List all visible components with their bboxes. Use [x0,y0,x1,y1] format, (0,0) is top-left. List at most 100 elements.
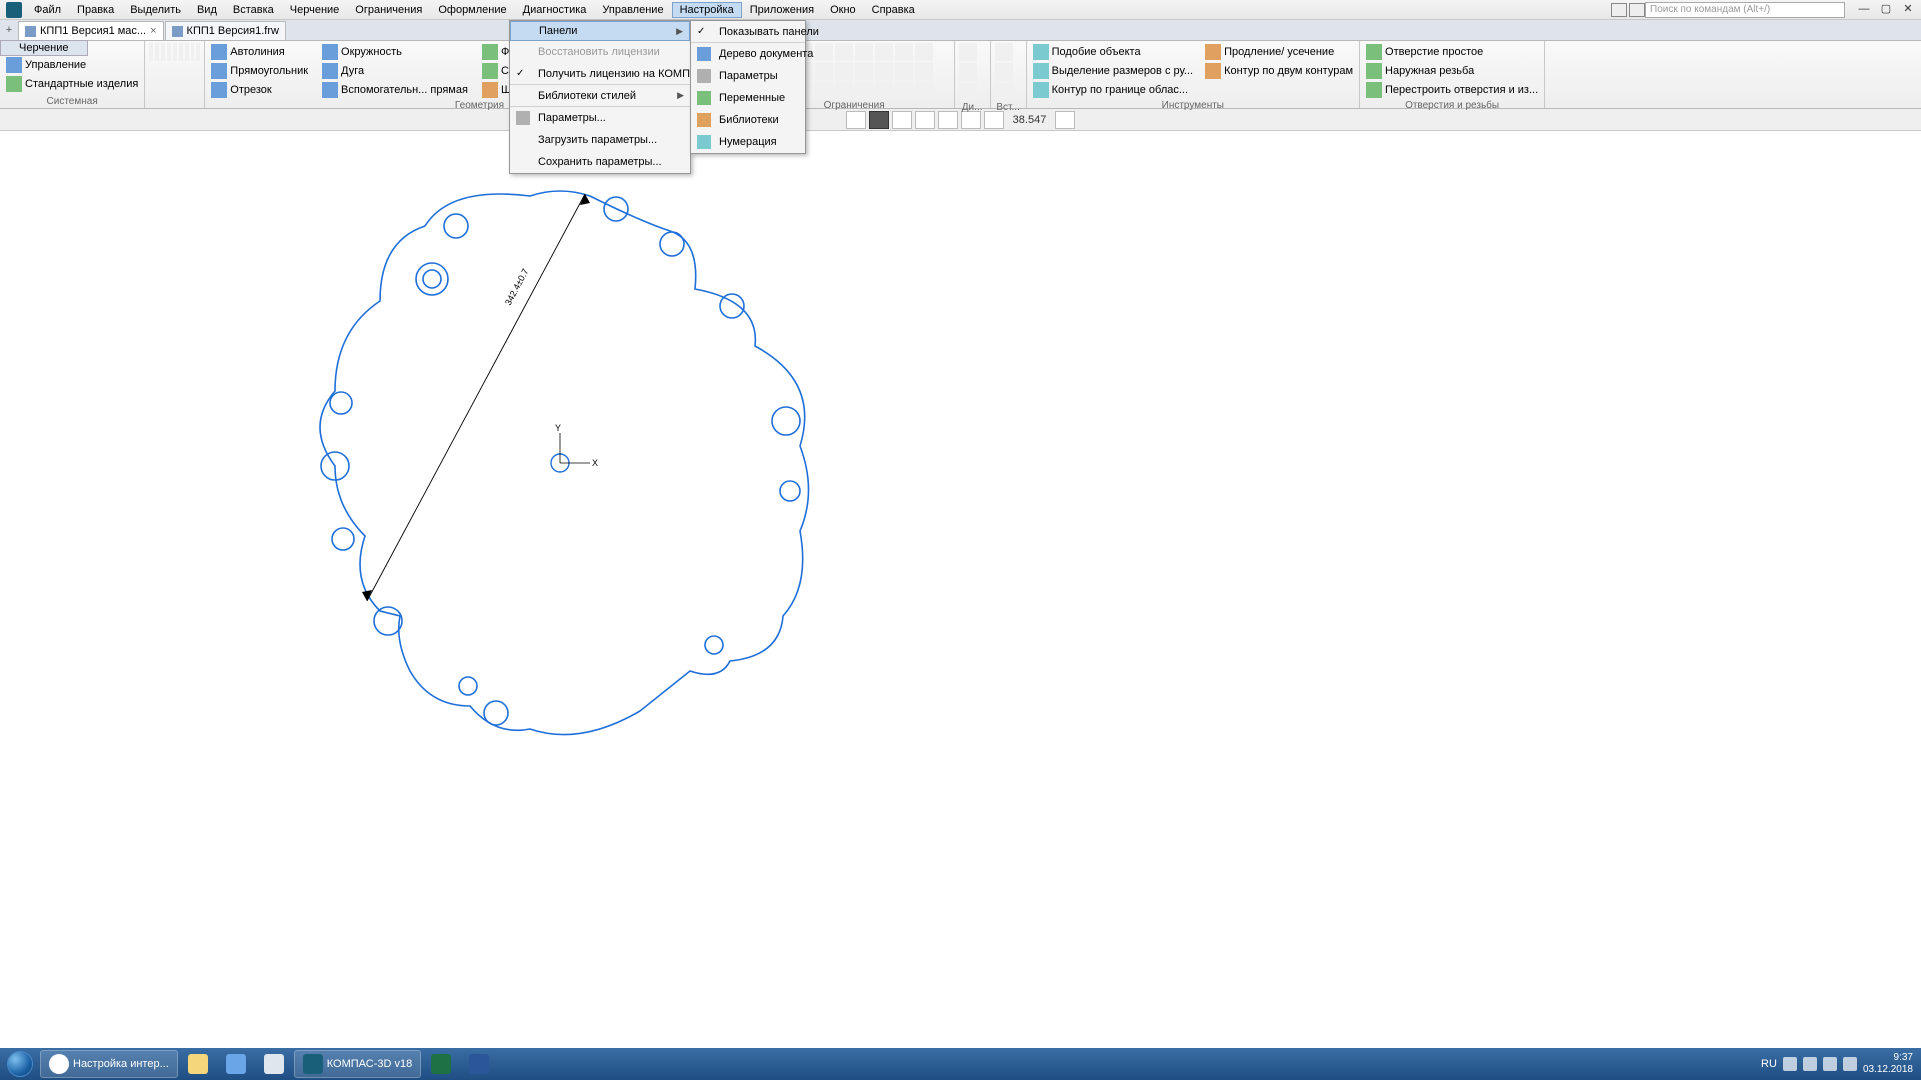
qicon[interactable] [149,43,153,61]
menu-design[interactable]: Оформление [430,2,514,18]
titlebar-icon-1[interactable] [1611,3,1627,17]
cmd-thread[interactable]: Наружная резьба [1364,62,1540,80]
qicon[interactable] [185,43,189,61]
menu-view[interactable]: Вид [189,2,225,18]
menu-diag[interactable]: Диагностика [515,2,595,18]
qicon[interactable] [196,43,200,61]
qicon[interactable] [167,43,171,61]
pb-icon[interactable] [846,111,866,129]
dim-icon[interactable] [959,63,977,81]
tray-icon[interactable] [1783,1057,1797,1071]
dim-icon[interactable] [959,43,977,61]
menu-select[interactable]: Выделить [122,2,189,18]
taskbar-item-chrome[interactable]: Настройка интер... [40,1050,178,1078]
menu-item-parameters[interactable]: Параметры... [510,107,690,129]
tray-lang[interactable]: RU [1761,1058,1777,1070]
ins-icon[interactable] [995,63,1013,81]
con-icon[interactable] [835,81,853,99]
con-icon[interactable] [815,81,833,99]
drawing-canvas[interactable]: X Y 342.4±0.7 [0,131,1921,1048]
ins-icon[interactable] [995,83,1013,101]
menu-item-save-params[interactable]: Сохранить параметры... [510,151,690,173]
con-icon[interactable] [855,62,873,80]
cmd-auxline[interactable]: Вспомогательн... прямая [320,81,470,99]
cmd-manage[interactable]: Управление [4,56,140,74]
cmd-sel-dims[interactable]: Выделение размеров с ру... [1031,62,1195,80]
menu-item-style-libs[interactable]: Библиотеки стилей▶ [510,85,690,107]
con-icon[interactable] [875,81,893,99]
pb-icon[interactable] [938,111,958,129]
menu-item-libraries[interactable]: Библиотеки [691,109,805,131]
menu-apps[interactable]: Приложения [742,2,822,18]
menu-item-variables[interactable]: Переменные [691,87,805,109]
cmd-autoline[interactable]: Автолиния [209,43,310,61]
close-tab-icon[interactable]: × [150,25,156,37]
menu-item-load-params[interactable]: Загрузить параметры... [510,129,690,151]
qicon[interactable] [191,43,195,61]
con-icon[interactable] [875,62,893,80]
minimize-button[interactable]: — [1853,2,1875,18]
cmd-rebuild-holes[interactable]: Перестроить отверстия и из... [1364,81,1540,99]
con-icon[interactable] [895,43,913,61]
qicon[interactable] [173,43,177,61]
start-button[interactable] [0,1048,40,1080]
cmd-std-parts[interactable]: Стандартные изделия [4,75,140,93]
con-icon[interactable] [875,43,893,61]
con-icon[interactable] [835,43,853,61]
menu-file[interactable]: Файл [26,2,69,18]
con-icon[interactable] [895,81,913,99]
cmd-contour-2[interactable]: Контур по двум контурам [1203,62,1355,80]
pb-style[interactable] [869,111,889,129]
ins-icon[interactable] [995,43,1013,61]
qicon[interactable] [179,43,183,61]
cmd-arc[interactable]: Дуга [320,62,470,80]
con-icon[interactable] [915,62,933,80]
con-icon[interactable] [855,43,873,61]
doc-tab-0[interactable]: КПП1 Версия1 мас... × [18,21,164,40]
tray-network-icon[interactable] [1823,1057,1837,1071]
pb-icon[interactable] [1055,111,1075,129]
tray-clock[interactable]: 9:37 03.12.2018 [1863,1052,1913,1076]
menu-item-panels[interactable]: Панели▶ [510,21,690,41]
con-icon[interactable] [815,43,833,61]
menu-item-get-license[interactable]: ✓Получить лицензию на КОМПАС-3D [510,63,690,85]
cmd-contour-area[interactable]: Контур по границе облас... [1031,81,1195,99]
doc-tab-1[interactable]: КПП1 Версия1.frw [165,21,286,40]
menu-manage[interactable]: Управление [594,2,671,18]
cmd-rect[interactable]: Прямоугольник [209,62,310,80]
menu-constraints[interactable]: Ограничения [347,2,430,18]
tray-flag-icon[interactable] [1803,1057,1817,1071]
con-icon[interactable] [915,81,933,99]
menu-help[interactable]: Справка [864,2,923,18]
menu-item-show-panels[interactable]: ✓Показывать панели [691,21,805,43]
menu-settings[interactable]: Настройка [672,2,742,18]
con-icon[interactable] [815,62,833,80]
taskbar-item-kompas[interactable]: КОМПАС-3D v18 [294,1050,421,1078]
menu-item-numbering[interactable]: Нумерация [691,131,805,153]
cmd-hole-simple[interactable]: Отверстие простое [1364,43,1540,61]
ribbon-context-tab[interactable]: Черчение [0,40,88,56]
cmd-similar[interactable]: Подобие объекта [1031,43,1195,61]
con-icon[interactable] [895,62,913,80]
pb-icon[interactable] [892,111,912,129]
maximize-button[interactable]: ▢ [1875,2,1897,18]
con-icon[interactable] [835,62,853,80]
pb-icon[interactable] [915,111,935,129]
con-icon[interactable] [855,81,873,99]
menu-item-doc-tree[interactable]: Дерево документа [691,43,805,65]
menu-insert[interactable]: Вставка [225,2,282,18]
qicon[interactable] [155,43,159,61]
close-button[interactable]: ✕ [1897,2,1919,18]
command-search-input[interactable]: Поиск по командам (Alt+/) [1645,2,1845,18]
dim-icon[interactable] [959,83,977,101]
titlebar-icon-2[interactable] [1629,3,1645,17]
tray-sound-icon[interactable] [1843,1057,1857,1071]
menu-item-params-panel[interactable]: Параметры [691,65,805,87]
menu-drafting[interactable]: Черчение [282,2,348,18]
new-tab-button[interactable]: + [0,22,18,40]
menu-window[interactable]: Окно [822,2,864,18]
cmd-circle[interactable]: Окружность [320,43,470,61]
taskbar-item-excel[interactable] [423,1050,459,1078]
taskbar-item-explorer[interactable] [180,1050,216,1078]
qicon[interactable] [161,43,165,61]
